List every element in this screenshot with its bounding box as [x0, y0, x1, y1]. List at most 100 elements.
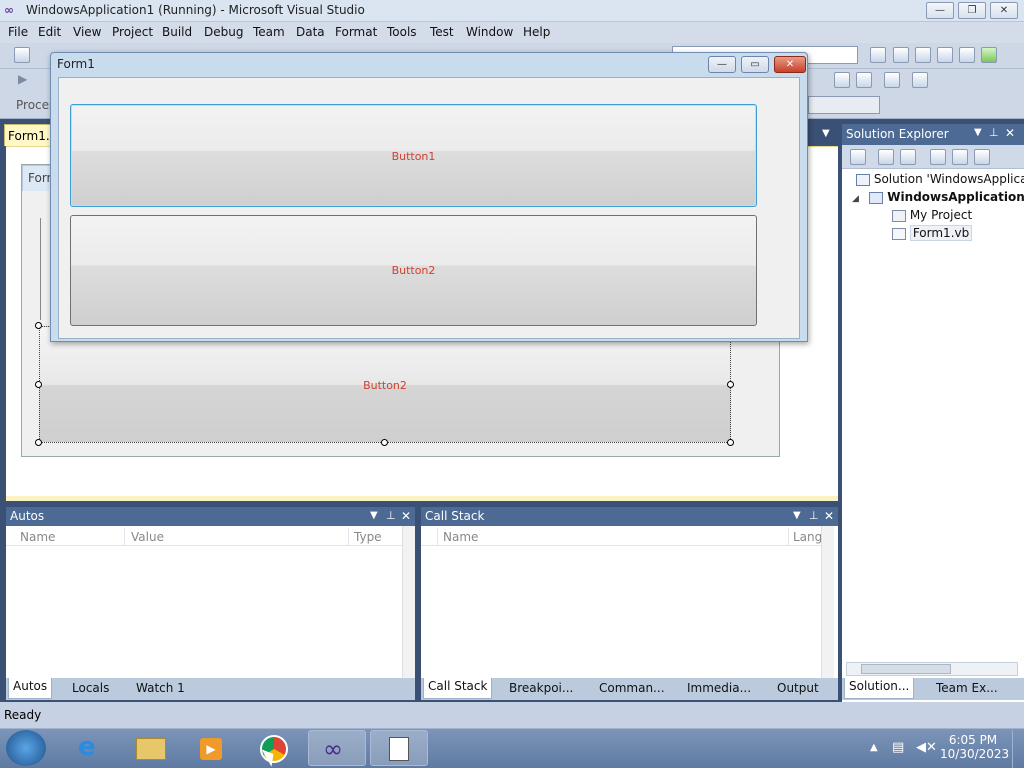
panel-close-icon[interactable]: ✕: [1005, 126, 1015, 140]
menu-view[interactable]: View: [73, 25, 101, 39]
show-all-files-icon[interactable]: [878, 149, 894, 165]
view-code-icon[interactable]: [930, 149, 946, 165]
solution-explorer-title: Solution Explorer: [846, 127, 949, 141]
media-player-icon[interactable]: ▶: [182, 730, 240, 766]
tab-team-explorer-label: Team Ex...: [936, 681, 998, 695]
solution-explorer-header: Solution Explorer ▼ ⊥ ✕: [842, 124, 1024, 145]
project-node[interactable]: ◢ WindowsApplication1: [852, 190, 1024, 204]
solution-explorer-toolbar: [842, 145, 1024, 169]
column-type[interactable]: Type: [354, 530, 382, 544]
resize-handle[interactable]: [727, 381, 734, 388]
column-name[interactable]: Name: [443, 530, 478, 544]
column-name[interactable]: Name: [20, 530, 55, 544]
object-browser-icon[interactable]: [915, 47, 931, 63]
menu-debug[interactable]: Debug: [204, 25, 243, 39]
tab-watch1[interactable]: Watch 1: [136, 681, 185, 695]
menu-build[interactable]: Build: [162, 25, 192, 39]
solution-explorer-hscroll[interactable]: [846, 662, 1018, 676]
menu-file[interactable]: File: [8, 25, 28, 39]
close-button[interactable]: ✕: [990, 2, 1018, 19]
clock[interactable]: 6:05 PM 10/30/2023: [940, 733, 1009, 761]
scroll-thumb[interactable]: [861, 664, 951, 674]
button2[interactable]: Button2: [70, 215, 757, 326]
tab-call-stack[interactable]: Call Stack: [423, 678, 493, 699]
pin-icon[interactable]: ⊥: [809, 509, 819, 522]
resize-handle[interactable]: [35, 381, 42, 388]
start-button-icon[interactable]: [6, 730, 46, 766]
column-language[interactable]: Lang: [793, 530, 822, 544]
class-diagram-icon[interactable]: [974, 149, 990, 165]
panel-menu-icon[interactable]: ▼: [370, 510, 378, 521]
my-project-node[interactable]: My Project: [892, 208, 972, 222]
internet-explorer-icon[interactable]: e: [62, 730, 120, 766]
document-tab-form1[interactable]: Form1.vb: [4, 124, 64, 146]
solution-node[interactable]: Solution 'WindowsApplicat: [856, 172, 1024, 186]
menu-window[interactable]: Window: [466, 25, 513, 39]
menu-test[interactable]: Test: [430, 25, 454, 39]
spacing-icon[interactable]: [884, 72, 900, 88]
form1-close-button[interactable]: ✕: [774, 56, 806, 73]
document-dropdown-icon[interactable]: ▼: [822, 128, 830, 139]
volume-muted-icon[interactable]: ◀✕: [916, 740, 937, 755]
pin-icon[interactable]: ⊥: [989, 126, 999, 139]
pin-icon[interactable]: ⊥: [386, 509, 396, 522]
form-app-taskbar-icon[interactable]: [370, 730, 428, 766]
designer-button2[interactable]: Button2: [39, 326, 731, 443]
tab-immediate[interactable]: Immedia...: [687, 681, 751, 695]
tab-locals[interactable]: Locals: [72, 681, 109, 695]
align-icon[interactable]: [834, 72, 850, 88]
refresh-icon[interactable]: [900, 149, 916, 165]
toolbox-icon[interactable]: [937, 47, 953, 63]
menu-tools[interactable]: Tools: [387, 25, 417, 39]
status-bar: Ready: [0, 702, 1024, 728]
panel-close-icon[interactable]: ✕: [401, 509, 411, 523]
menu-help[interactable]: Help: [523, 25, 550, 39]
tab-breakpoints[interactable]: Breakpoi...: [509, 681, 573, 695]
order-icon[interactable]: [856, 72, 872, 88]
start-page-icon[interactable]: [981, 47, 997, 63]
file-explorer-icon[interactable]: [122, 730, 180, 766]
panel-menu-icon[interactable]: ▼: [793, 510, 801, 521]
stack-frame-combo[interactable]: [808, 96, 880, 114]
show-hidden-icons-icon[interactable]: ▲: [870, 742, 878, 753]
form1-minimize-button[interactable]: —: [708, 56, 736, 73]
minimize-button[interactable]: —: [926, 2, 954, 19]
tab-solution-explorer[interactable]: Solution...: [844, 678, 915, 699]
resize-handle[interactable]: [35, 322, 42, 329]
network-icon[interactable]: ▤: [892, 740, 904, 755]
continue-icon[interactable]: ▶: [18, 72, 27, 86]
tab-command-label: Comman...: [599, 681, 665, 695]
column-value[interactable]: Value: [131, 530, 164, 544]
restore-button[interactable]: ❐: [958, 2, 986, 19]
tab-team-explorer[interactable]: Team Ex...: [936, 681, 998, 695]
properties-icon[interactable]: [893, 47, 909, 63]
form1-maximize-button[interactable]: ▭: [741, 56, 769, 73]
view-designer-icon[interactable]: [952, 149, 968, 165]
resize-handle[interactable]: [35, 439, 42, 446]
tab-autos[interactable]: Autos: [8, 678, 53, 699]
layout-icon[interactable]: [912, 72, 928, 88]
menu-edit[interactable]: Edit: [38, 25, 61, 39]
button1[interactable]: Button1: [70, 104, 757, 207]
tab-output[interactable]: Output: [777, 681, 819, 695]
resize-handle[interactable]: [381, 439, 388, 446]
form1-file-label: Form1.vb: [909, 225, 973, 241]
menu-format[interactable]: Format: [335, 25, 377, 39]
properties-tb-icon[interactable]: [850, 149, 866, 165]
resize-handle[interactable]: [727, 439, 734, 446]
solution-explorer-toolbar-icon[interactable]: [870, 47, 886, 63]
call-stack-vscroll[interactable]: [821, 526, 834, 678]
panel-menu-icon[interactable]: ▼: [974, 127, 982, 138]
new-project-icon[interactable]: [14, 47, 30, 63]
menu-data[interactable]: Data: [296, 25, 325, 39]
show-desktop-button[interactable]: [1012, 730, 1024, 768]
visual-studio-taskbar-icon[interactable]: ∞: [308, 730, 366, 766]
extension-icon[interactable]: [959, 47, 975, 63]
autos-vscroll[interactable]: [402, 526, 415, 678]
menu-team[interactable]: Team: [253, 25, 285, 39]
form1-file-node[interactable]: Form1.vb: [892, 225, 973, 241]
tab-command[interactable]: Comman...: [599, 681, 665, 695]
panel-close-icon[interactable]: ✕: [824, 509, 834, 523]
menu-project[interactable]: Project: [112, 25, 153, 39]
expand-arrow-icon[interactable]: ◢: [852, 194, 859, 204]
